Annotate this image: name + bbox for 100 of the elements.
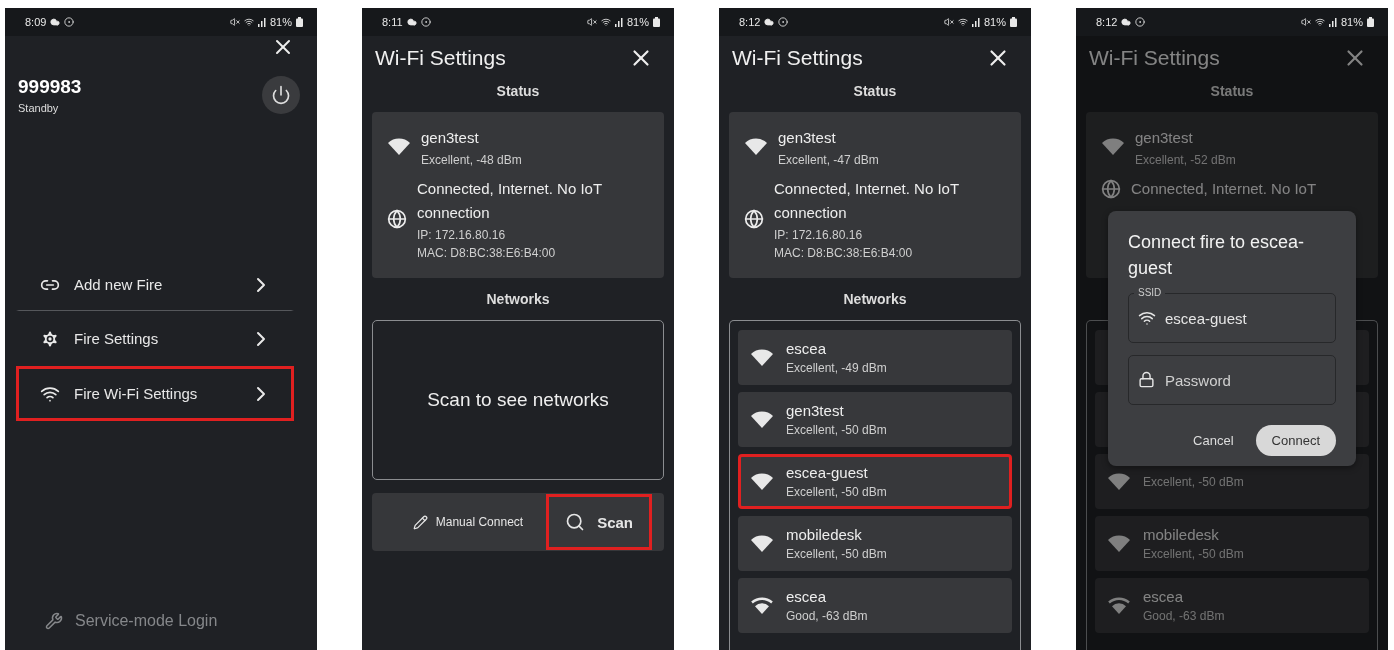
wifi-icon <box>1107 595 1131 616</box>
signal-text: Excellent, -50 dBm <box>786 547 887 561</box>
cloud-icon <box>50 17 61 27</box>
wifi-icon <box>750 409 774 430</box>
gear-icon <box>40 328 60 349</box>
wifi-icon <box>243 17 254 27</box>
network-item[interactable]: escea-guest Excellent, -50 dBm <box>738 454 1012 509</box>
section-heading: Networks <box>486 291 550 307</box>
battery-icon <box>1010 17 1017 27</box>
mac-text: MAC: D8:BC:38:E6:B4:00 <box>774 245 914 260</box>
network-item[interactable]: escea Excellent, -49 dBm <box>738 330 1012 385</box>
power-icon <box>271 85 291 105</box>
scan-button[interactable]: Scan <box>546 494 652 550</box>
signal-text: Excellent, -50 dBm <box>1143 547 1244 561</box>
wifi-icon <box>750 347 774 368</box>
network-item[interactable]: mobiledesk Excellent, -50 dBm <box>1095 516 1369 571</box>
cloud-icon <box>406 17 417 27</box>
connection-text: Connected, Internet. No IoT <box>1131 179 1317 200</box>
wifi-icon <box>957 17 968 27</box>
section-heading: Status <box>496 83 540 99</box>
menu-item[interactable]: Add new Fire <box>16 256 294 311</box>
wifi-icon <box>1101 136 1125 157</box>
network-name: gen3test <box>786 402 845 419</box>
clock: 8:12 <box>739 16 761 28</box>
section-heading: Networks <box>843 291 907 307</box>
mute-icon <box>229 17 240 27</box>
search-icon <box>565 512 586 532</box>
pencil-icon <box>412 514 428 530</box>
mute-icon <box>1300 17 1311 27</box>
ip-text: IP: 172.16.80.16 <box>417 227 507 242</box>
network-item[interactable]: escea Good, -63 dBm <box>1095 578 1369 633</box>
connect-button[interactable]: Connect <box>1255 425 1336 457</box>
manual-connect-button[interactable]: Manual Connect <box>393 494 543 550</box>
battery-level: 81% <box>1340 16 1363 28</box>
mute-icon <box>586 17 597 27</box>
battery-icon <box>653 17 660 27</box>
menu-item[interactable]: Fire Settings <box>16 311 294 366</box>
signal-text: Good, -63 dBm <box>1143 609 1225 623</box>
network-item[interactable]: gen3test Excellent, -50 dBm <box>738 392 1012 447</box>
wifi-icon <box>1138 309 1156 328</box>
password-field[interactable]: Password <box>1128 355 1336 406</box>
battery-icon <box>1367 17 1374 27</box>
battery-level: 81% <box>269 16 292 28</box>
signal-icon <box>1328 17 1337 27</box>
service-login-link[interactable]: Service-mode Login <box>45 612 218 630</box>
circle-icon <box>778 17 789 27</box>
signal-text: Excellent, -50 dBm <box>1143 474 1244 489</box>
wifi-icon <box>1107 471 1131 492</box>
section-heading: Status <box>1210 83 1254 99</box>
ssid-text: gen3test <box>1135 128 1194 148</box>
wifi-icon <box>750 595 774 616</box>
cloud-icon <box>764 17 775 27</box>
wifi-icon <box>1314 17 1325 27</box>
signal-icon <box>971 17 980 27</box>
ssid-text: gen3test <box>421 128 480 148</box>
cloud-icon <box>1121 17 1132 27</box>
signal-text: Excellent, -47 dBm <box>778 153 879 168</box>
globe-icon <box>1101 178 1121 199</box>
empty-message: Scan to see networks <box>427 389 609 411</box>
signal-text: Excellent, -50 dBm <box>786 485 887 499</box>
wifi-icon <box>387 136 411 157</box>
wifi-icon <box>744 136 768 157</box>
wifi-icon <box>750 533 774 554</box>
signal-text: Excellent, -52 dBm <box>1135 153 1236 168</box>
signal-text: Excellent, -50 dBm <box>786 423 887 437</box>
mac-text: MAC: D8:BC:38:E6:B4:00 <box>417 245 557 260</box>
signal-icon <box>257 17 266 27</box>
network-name: escea <box>786 340 828 357</box>
battery-icon <box>296 17 303 27</box>
battery-level: 81% <box>983 16 1006 28</box>
wrench-icon <box>45 612 63 630</box>
network-item[interactable]: escea Good, -63 dBm <box>738 578 1012 633</box>
signal-icon <box>614 17 623 27</box>
battery-level: 81% <box>626 16 649 28</box>
ssid-text: gen3test <box>778 128 837 148</box>
menu-item[interactable]: Fire Wi-Fi Settings <box>16 366 294 421</box>
power-button[interactable] <box>262 76 300 114</box>
clock: 8:12 <box>1096 16 1118 28</box>
clock: 8:11 <box>382 16 403 28</box>
wifi-icon <box>600 17 611 27</box>
globe-icon <box>744 208 764 229</box>
network-name: mobiledesk <box>786 526 863 543</box>
cancel-button[interactable]: Cancel <box>1185 427 1242 455</box>
device-state: Standby <box>18 102 60 114</box>
connection-text: Connected, Internet. No IoT connection <box>774 179 960 223</box>
circle-icon <box>420 17 431 27</box>
signal-text: Excellent, -48 dBm <box>421 153 522 168</box>
network-name: escea <box>786 588 828 605</box>
ip-text: IP: 172.16.80.16 <box>774 227 864 242</box>
network-item[interactable]: mobiledesk Excellent, -50 dBm <box>738 516 1012 571</box>
section-heading: Status <box>853 83 897 99</box>
network-name: escea <box>1143 588 1185 605</box>
network-name: escea-guest <box>786 464 869 481</box>
circle-icon <box>64 17 75 27</box>
lock-icon <box>1138 371 1155 389</box>
circle-icon <box>1135 17 1146 27</box>
wifi-icon <box>750 471 774 492</box>
network-name: mobiledesk <box>1143 526 1220 543</box>
connection-text: Connected, Internet. No IoT connection <box>417 179 603 223</box>
clock: 8:09 <box>25 16 47 28</box>
